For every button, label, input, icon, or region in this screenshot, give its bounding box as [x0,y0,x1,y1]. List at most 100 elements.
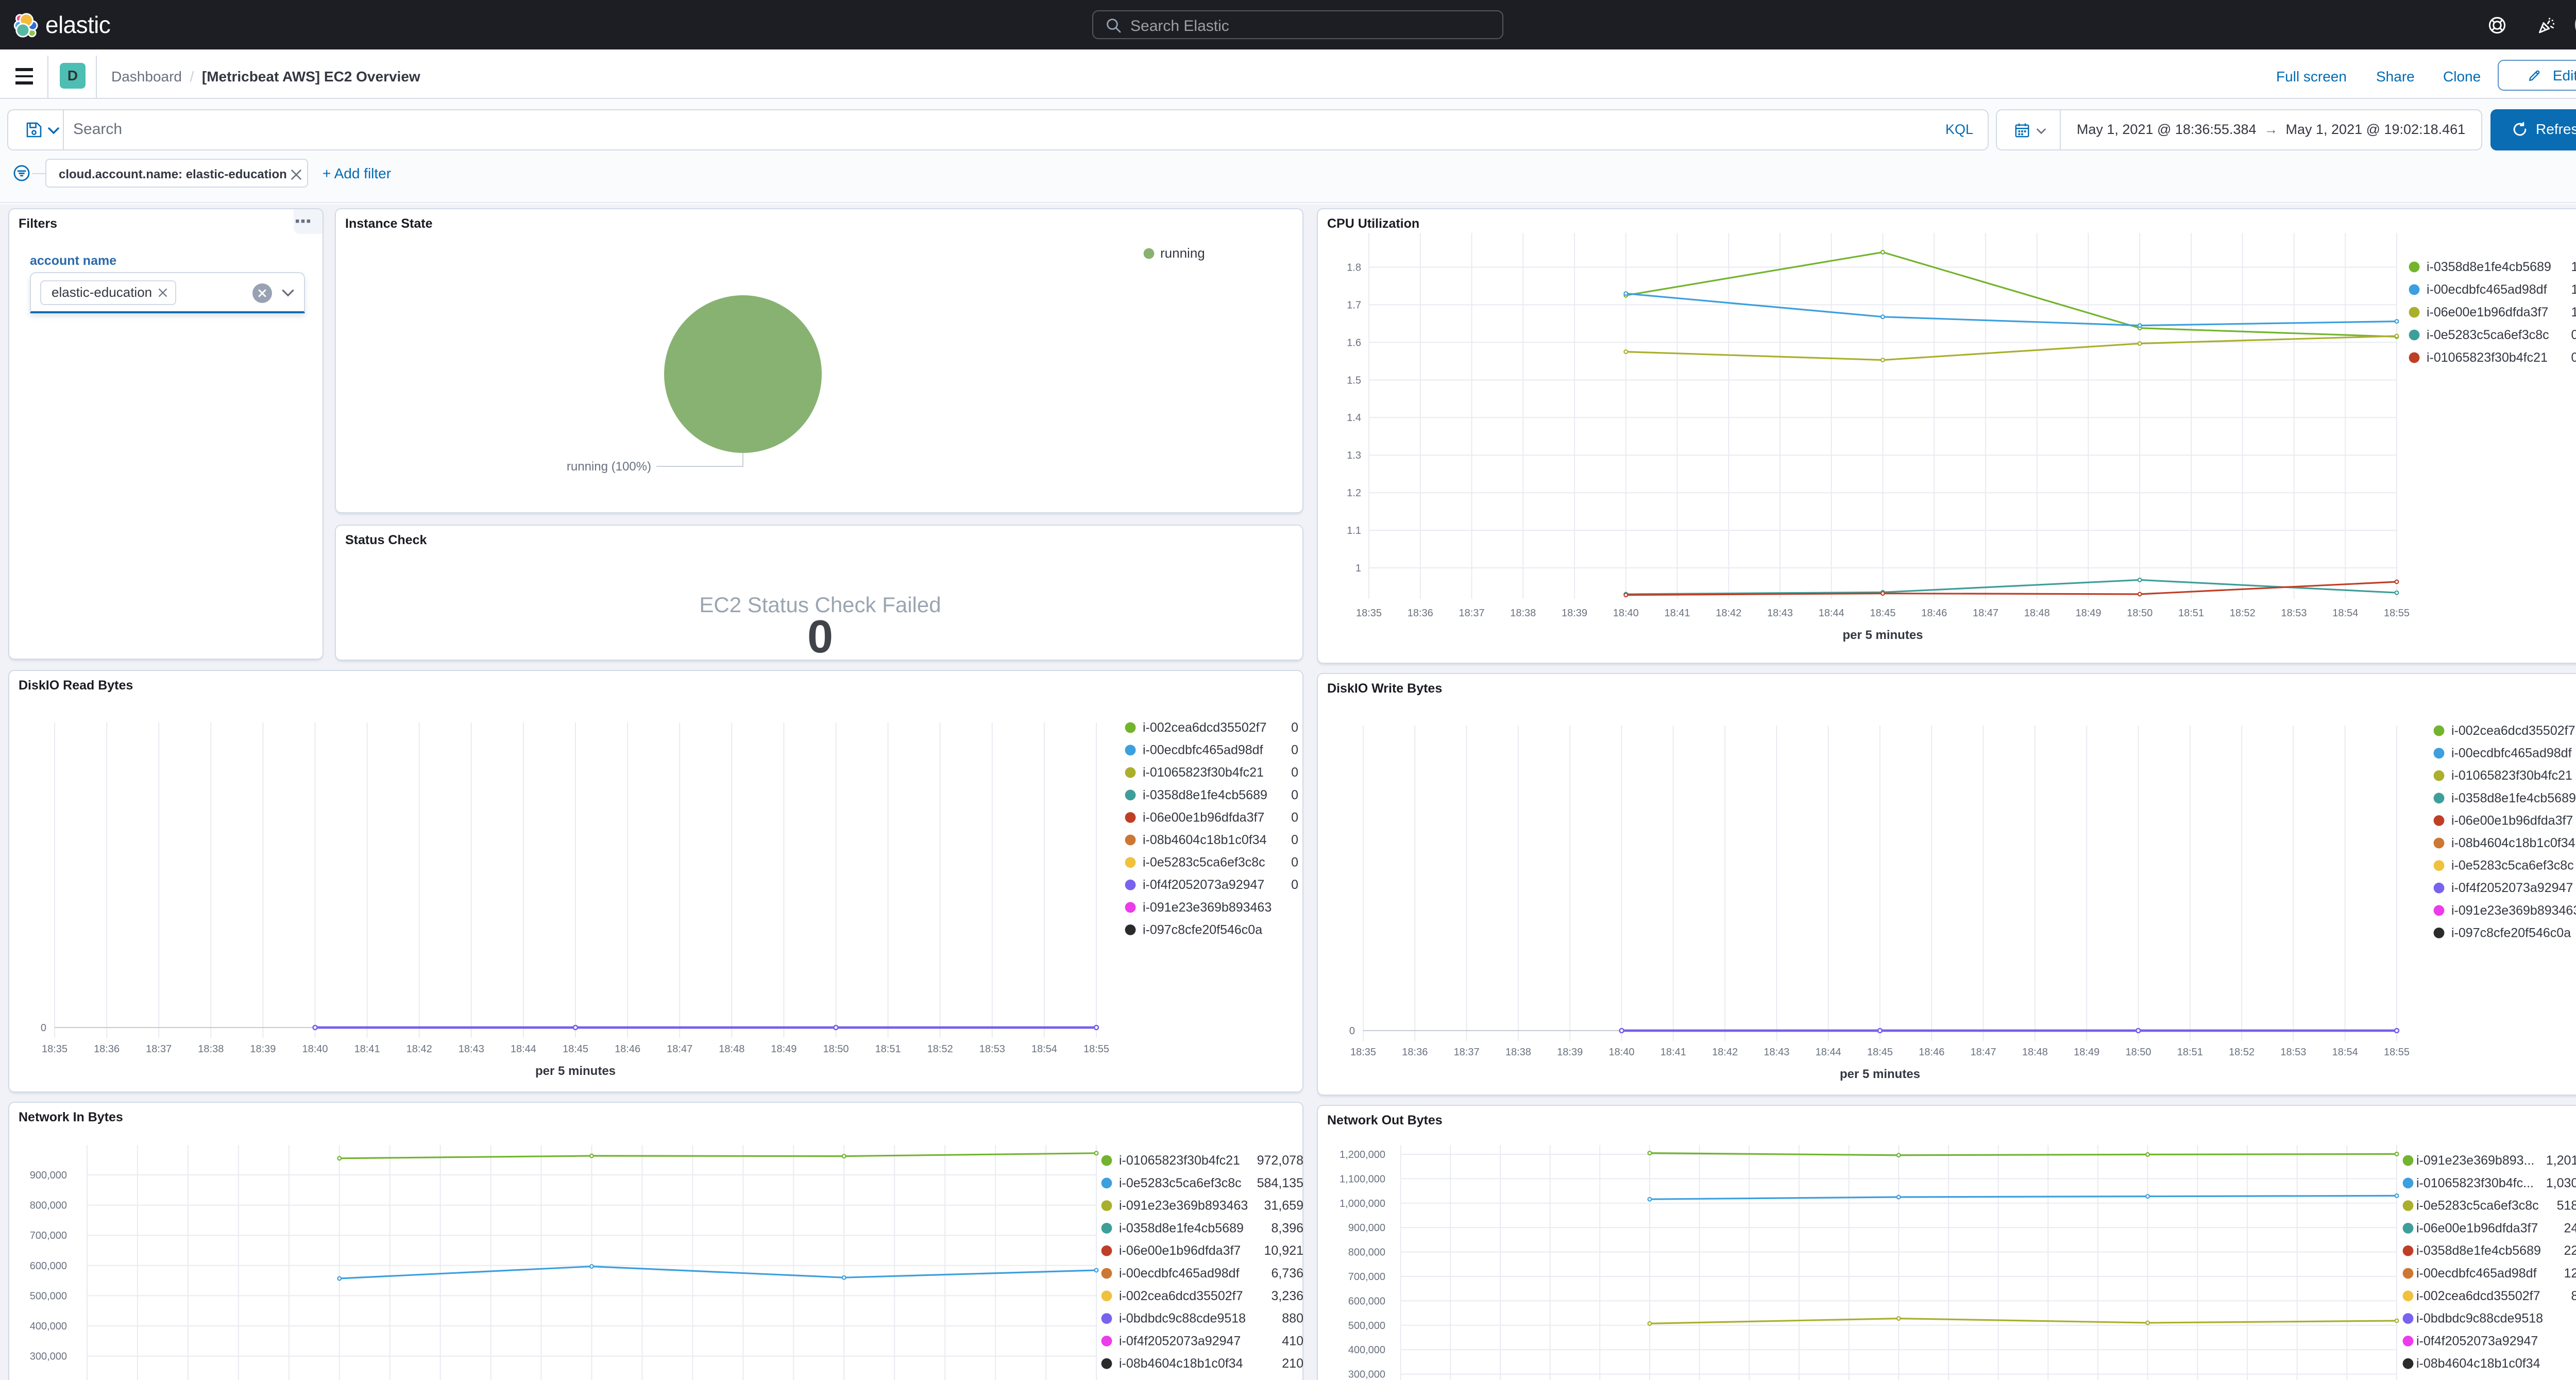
svg-text:18:44: 18:44 [511,1044,536,1055]
svg-text:18:46: 18:46 [615,1044,640,1055]
svg-text:500,000: 500,000 [1348,1320,1385,1332]
svg-text:800,000: 800,000 [30,1200,67,1211]
svg-text:18:50: 18:50 [2125,1047,2151,1058]
svg-text:i-0e5283c5ca6ef3c8c: i-0e5283c5ca6ef3c8c [1143,855,1265,870]
svg-text:1.8: 1.8 [1347,262,1361,273]
svg-text:i-091e23e369b893...: i-091e23e369b893... [2416,1153,2534,1168]
svg-text:18:51: 18:51 [2178,608,2204,619]
svg-text:1.4: 1.4 [1347,412,1361,424]
svg-text:0: 0 [1349,1025,1355,1037]
svg-text:22,498: 22,498 [2564,1243,2576,1258]
svg-text:i-0e5283c5ca6ef3c8c: i-0e5283c5ca6ef3c8c [2427,328,2549,342]
svg-text:18:42: 18:42 [1716,608,1741,619]
svg-text:per 5 minutes: per 5 minutes [1842,628,1923,642]
svg-text:18:41: 18:41 [354,1044,380,1055]
svg-text:18:50: 18:50 [2127,608,2153,619]
svg-text:584,135: 584,135 [1257,1176,1303,1190]
svg-text:18:54: 18:54 [2332,608,2358,619]
svg-text:1.7: 1.7 [1347,299,1361,311]
svg-text:18:51: 18:51 [875,1044,901,1055]
svg-text:18:37: 18:37 [146,1044,172,1055]
svg-text:1.1: 1.1 [1347,525,1361,536]
svg-text:18:49: 18:49 [771,1044,796,1055]
svg-text:i-002cea6dcd35502f7: i-002cea6dcd35502f7 [1143,720,1266,735]
svg-text:18:52: 18:52 [2230,608,2256,619]
svg-text:i-06e00e1b96dfda3f7: i-06e00e1b96dfda3f7 [1143,810,1264,824]
svg-text:18:42: 18:42 [406,1044,432,1055]
svg-text:900,000: 900,000 [30,1170,67,1181]
svg-text:i-002cea6dcd35502f7: i-002cea6dcd35502f7 [1119,1289,1243,1303]
svg-text:10,921: 10,921 [1264,1243,1303,1258]
svg-text:18:36: 18:36 [94,1044,120,1055]
svg-text:18:40: 18:40 [1613,608,1639,619]
svg-text:18:43: 18:43 [1767,608,1793,619]
svg-text:18:43: 18:43 [1764,1047,1789,1058]
svg-text:880: 880 [1282,1311,1303,1326]
svg-text:18:43: 18:43 [459,1044,484,1055]
svg-text:i-0358d8e1fe4cb5689: i-0358d8e1fe4cb5689 [1119,1221,1244,1235]
svg-text:0: 0 [1291,810,1298,824]
svg-text:18:55: 18:55 [2384,608,2410,619]
svg-text:1.3: 1.3 [1347,450,1361,461]
svg-text:18:52: 18:52 [2229,1047,2255,1058]
svg-text:18:49: 18:49 [2074,1047,2099,1058]
svg-text:18:37: 18:37 [1459,608,1484,619]
svg-text:18:48: 18:48 [2022,1047,2048,1058]
svg-text:18:46: 18:46 [1919,1047,1944,1058]
svg-text:i-091e23e369b893463: i-091e23e369b893463 [1143,900,1272,915]
svg-text:1,100,000: 1,100,000 [1340,1173,1385,1185]
svg-text:per 5 minutes: per 5 minutes [1840,1067,1920,1081]
svg-text:i-08b4604c18b1c0f34: i-08b4604c18b1c0f34 [1143,833,1267,847]
svg-text:1,030,384: 1,030,384 [2546,1176,2576,1190]
svg-text:500,000: 500,000 [30,1290,67,1302]
svg-text:18:53: 18:53 [2280,1047,2306,1058]
svg-text:18:54: 18:54 [2332,1047,2358,1058]
svg-text:0: 0 [1291,720,1298,735]
svg-text:i-00ecdbfc465ad98df: i-00ecdbfc465ad98df [1119,1266,1240,1281]
svg-text:18:36: 18:36 [1408,608,1433,619]
svg-text:900,000: 900,000 [1348,1222,1385,1234]
svg-text:18:41: 18:41 [1664,608,1690,619]
svg-text:i-08b4604c18b1c0f34: i-08b4604c18b1c0f34 [2451,836,2575,850]
svg-text:0: 0 [1291,855,1298,870]
svg-text:18:35: 18:35 [1356,608,1382,619]
svg-text:0: 0 [1291,765,1298,780]
svg-text:700,000: 700,000 [30,1230,67,1241]
svg-text:18:49: 18:49 [2075,608,2101,619]
svg-text:24,685: 24,685 [2564,1221,2576,1235]
svg-text:i-0e5283c5ca6ef3c8c: i-0e5283c5ca6ef3c8c [1119,1176,1242,1190]
svg-text:i-06e00e1b96dfda3f7: i-06e00e1b96dfda3f7 [2416,1221,2538,1235]
svg-text:18:36: 18:36 [1402,1047,1428,1058]
svg-text:i-06e00e1b96dfda3f7: i-06e00e1b96dfda3f7 [1119,1243,1241,1258]
svg-text:600,000: 600,000 [1348,1295,1385,1307]
svg-text:0: 0 [1291,743,1298,758]
svg-text:i-0f4f2052073a92947: i-0f4f2052073a92947 [2451,881,2573,895]
svg-text:18:45: 18:45 [1870,608,1895,619]
svg-text:i-002cea6dcd35502f7: i-002cea6dcd35502f7 [2451,723,2575,738]
svg-text:i-097c8cfe20f546c0a: i-097c8cfe20f546c0a [2451,925,2571,940]
svg-text:0.963: 0.963 [2571,350,2576,365]
svg-text:18:48: 18:48 [719,1044,744,1055]
svg-text:i-091e23e369b893463: i-091e23e369b893463 [1119,1199,1248,1213]
svg-text:18:39: 18:39 [1562,608,1587,619]
svg-text:i-0358d8e1fe4cb5689: i-0358d8e1fe4cb5689 [2451,791,2576,805]
svg-text:i-0bdbdc9c88cde9518: i-0bdbdc9c88cde9518 [1119,1311,1246,1326]
svg-text:8,779: 8,779 [2571,1289,2576,1303]
svg-text:18:50: 18:50 [823,1044,849,1055]
svg-text:300,000: 300,000 [1348,1369,1385,1380]
svg-text:210: 210 [1282,1356,1303,1371]
svg-text:running: running [1160,245,1205,261]
svg-text:0: 0 [1291,788,1298,802]
svg-text:i-06e00e1b96dfda3f7: i-06e00e1b96dfda3f7 [2427,305,2548,319]
svg-text:18:55: 18:55 [1083,1044,1109,1055]
svg-text:972,078: 972,078 [1257,1153,1303,1168]
svg-text:running (100%): running (100%) [567,460,651,474]
svg-text:400,000: 400,000 [30,1321,67,1332]
svg-text:18:38: 18:38 [198,1044,224,1055]
svg-text:i-00ecdbfc465ad98df: i-00ecdbfc465ad98df [2451,746,2572,761]
svg-text:400,000: 400,000 [1348,1344,1385,1356]
svg-text:1,201,252: 1,201,252 [2546,1153,2576,1168]
svg-text:18:51: 18:51 [2177,1047,2203,1058]
svg-text:i-06e00e1b96dfda3f7: i-06e00e1b96dfda3f7 [2451,813,2573,828]
svg-text:18:53: 18:53 [979,1044,1005,1055]
